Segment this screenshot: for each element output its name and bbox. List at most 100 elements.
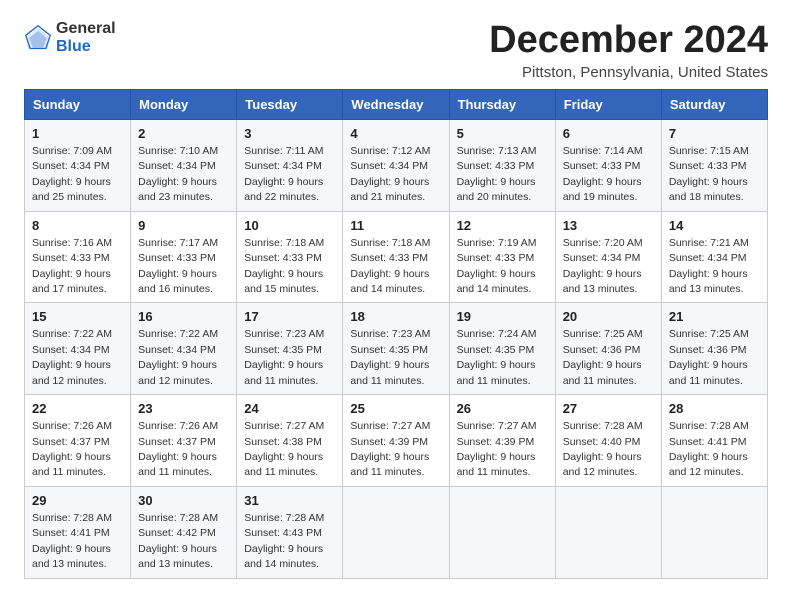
cell-text: Sunrise: 7:18 AMSunset: 4:33 PMDaylight:…	[350, 237, 430, 295]
day-number: 13	[563, 217, 654, 235]
weekday-header-thursday: Thursday	[449, 89, 555, 119]
cell-text: Sunrise: 7:19 AMSunset: 4:33 PMDaylight:…	[457, 237, 537, 295]
day-number: 20	[563, 308, 654, 326]
cell-text: Sunrise: 7:10 AMSunset: 4:34 PMDaylight:…	[138, 145, 218, 203]
day-number: 9	[138, 217, 229, 235]
cell-text: Sunrise: 7:23 AMSunset: 4:35 PMDaylight:…	[244, 328, 324, 386]
calendar-cell: 30 Sunrise: 7:28 AMSunset: 4:42 PMDayligh…	[131, 486, 237, 578]
calendar-cell: 20 Sunrise: 7:25 AMSunset: 4:36 PMDayligh…	[555, 303, 661, 395]
day-number: 5	[457, 125, 548, 143]
cell-text: Sunrise: 7:27 AMSunset: 4:39 PMDaylight:…	[457, 420, 537, 478]
cell-text: Sunrise: 7:09 AMSunset: 4:34 PMDaylight:…	[32, 145, 112, 203]
cell-text: Sunrise: 7:25 AMSunset: 4:36 PMDaylight:…	[563, 328, 643, 386]
calendar-cell: 11 Sunrise: 7:18 AMSunset: 4:33 PMDayligh…	[343, 211, 449, 303]
day-number: 2	[138, 125, 229, 143]
day-number: 24	[244, 400, 335, 418]
cell-text: Sunrise: 7:20 AMSunset: 4:34 PMDaylight:…	[563, 237, 643, 295]
calendar-cell: 5 Sunrise: 7:13 AMSunset: 4:33 PMDaylight…	[449, 119, 555, 211]
cell-text: Sunrise: 7:21 AMSunset: 4:34 PMDaylight:…	[669, 237, 749, 295]
calendar-week-2: 8 Sunrise: 7:16 AMSunset: 4:33 PMDaylight…	[25, 211, 768, 303]
day-number: 27	[563, 400, 654, 418]
weekday-header-saturday: Saturday	[661, 89, 767, 119]
logo-blue: Blue	[56, 38, 116, 56]
cell-text: Sunrise: 7:28 AMSunset: 4:40 PMDaylight:…	[563, 420, 643, 478]
weekday-header-sunday: Sunday	[25, 89, 131, 119]
calendar-cell	[343, 486, 449, 578]
cell-text: Sunrise: 7:12 AMSunset: 4:34 PMDaylight:…	[350, 145, 430, 203]
calendar-cell: 28Sunrise: 7:28 AMSunset: 4:41 PMDayligh…	[661, 395, 767, 487]
calendar-cell: 15 Sunrise: 7:22 AMSunset: 4:34 PMDayligh…	[25, 303, 131, 395]
calendar-cell: 8 Sunrise: 7:16 AMSunset: 4:33 PMDaylight…	[25, 211, 131, 303]
day-number: 30	[138, 492, 229, 510]
day-number: 16	[138, 308, 229, 326]
calendar-cell: 10 Sunrise: 7:18 AMSunset: 4:33 PMDayligh…	[237, 211, 343, 303]
calendar-cell: 1Sunrise: 7:09 AMSunset: 4:34 PMDaylight…	[25, 119, 131, 211]
calendar-cell: 7Sunrise: 7:15 AMSunset: 4:33 PMDaylight…	[661, 119, 767, 211]
cell-text: Sunrise: 7:26 AMSunset: 4:37 PMDaylight:…	[32, 420, 112, 478]
weekday-header-friday: Friday	[555, 89, 661, 119]
day-number: 7	[669, 125, 760, 143]
day-number: 18	[350, 308, 441, 326]
calendar-week-1: 1Sunrise: 7:09 AMSunset: 4:34 PMDaylight…	[25, 119, 768, 211]
calendar-cell: 21 Sunrise: 7:25 AMSunset: 4:36 PMDayligh…	[661, 303, 767, 395]
cell-text: Sunrise: 7:13 AMSunset: 4:33 PMDaylight:…	[457, 145, 537, 203]
page-header: General Blue December 2024 Pittston, Pen…	[24, 20, 768, 81]
calendar-cell: 16 Sunrise: 7:22 AMSunset: 4:34 PMDayligh…	[131, 303, 237, 395]
logo: General Blue	[24, 20, 116, 55]
calendar-cell: 29Sunrise: 7:28 AMSunset: 4:41 PMDayligh…	[25, 486, 131, 578]
month-title: December 2024	[489, 20, 768, 62]
cell-text: Sunrise: 7:18 AMSunset: 4:33 PMDaylight:…	[244, 237, 324, 295]
calendar-cell: 23Sunrise: 7:26 AMSunset: 4:37 PMDayligh…	[131, 395, 237, 487]
calendar-cell: 18 Sunrise: 7:23 AMSunset: 4:35 PMDayligh…	[343, 303, 449, 395]
day-number: 8	[32, 217, 123, 235]
day-number: 14	[669, 217, 760, 235]
day-number: 28	[669, 400, 760, 418]
cell-text: Sunrise: 7:22 AMSunset: 4:34 PMDaylight:…	[138, 328, 218, 386]
calendar-cell: 12 Sunrise: 7:19 AMSunset: 4:33 PMDayligh…	[449, 211, 555, 303]
day-number: 15	[32, 308, 123, 326]
calendar-table: SundayMondayTuesdayWednesdayThursdayFrid…	[24, 89, 768, 579]
day-number: 17	[244, 308, 335, 326]
cell-text: Sunrise: 7:27 AMSunset: 4:39 PMDaylight:…	[350, 420, 430, 478]
day-number: 22	[32, 400, 123, 418]
calendar-cell: 17 Sunrise: 7:23 AMSunset: 4:35 PMDayligh…	[237, 303, 343, 395]
cell-text: Sunrise: 7:11 AMSunset: 4:34 PMDaylight:…	[244, 145, 323, 203]
logo-icon	[24, 24, 52, 52]
cell-text: Sunrise: 7:22 AMSunset: 4:34 PMDaylight:…	[32, 328, 112, 386]
calendar-cell: 26Sunrise: 7:27 AMSunset: 4:39 PMDayligh…	[449, 395, 555, 487]
day-number: 25	[350, 400, 441, 418]
calendar-cell: 25 Sunrise: 7:27 AMSunset: 4:39 PMDayligh…	[343, 395, 449, 487]
location-subtitle: Pittston, Pennsylvania, United States	[489, 64, 768, 81]
day-number: 11	[350, 217, 441, 235]
logo-general: General	[56, 20, 116, 38]
calendar-cell	[449, 486, 555, 578]
day-number: 19	[457, 308, 548, 326]
weekday-header-tuesday: Tuesday	[237, 89, 343, 119]
day-number: 21	[669, 308, 760, 326]
calendar-cell: 19Sunrise: 7:24 AMSunset: 4:35 PMDayligh…	[449, 303, 555, 395]
cell-text: Sunrise: 7:23 AMSunset: 4:35 PMDaylight:…	[350, 328, 430, 386]
day-number: 10	[244, 217, 335, 235]
calendar-cell: 4 Sunrise: 7:12 AMSunset: 4:34 PMDaylight…	[343, 119, 449, 211]
cell-text: Sunrise: 7:16 AMSunset: 4:33 PMDaylight:…	[32, 237, 112, 295]
cell-text: Sunrise: 7:28 AMSunset: 4:43 PMDaylight:…	[244, 512, 324, 570]
cell-text: Sunrise: 7:28 AMSunset: 4:42 PMDaylight:…	[138, 512, 218, 570]
calendar-cell: 27 Sunrise: 7:28 AMSunset: 4:40 PMDayligh…	[555, 395, 661, 487]
calendar-cell	[555, 486, 661, 578]
calendar-cell: 2 Sunrise: 7:10 AMSunset: 4:34 PMDaylight…	[131, 119, 237, 211]
cell-text: Sunrise: 7:17 AMSunset: 4:33 PMDaylight:…	[138, 237, 218, 295]
logo-text: General Blue	[56, 20, 116, 55]
cell-text: Sunrise: 7:28 AMSunset: 4:41 PMDaylight:…	[32, 512, 112, 570]
day-number: 6	[563, 125, 654, 143]
calendar-cell: 6Sunrise: 7:14 AMSunset: 4:33 PMDaylight…	[555, 119, 661, 211]
cell-text: Sunrise: 7:25 AMSunset: 4:36 PMDaylight:…	[669, 328, 749, 386]
day-number: 31	[244, 492, 335, 510]
title-block: December 2024 Pittston, Pennsylvania, Un…	[489, 20, 768, 81]
calendar-cell: 24 Sunrise: 7:27 AMSunset: 4:38 PMDayligh…	[237, 395, 343, 487]
calendar-week-3: 15 Sunrise: 7:22 AMSunset: 4:34 PMDayligh…	[25, 303, 768, 395]
calendar-cell	[661, 486, 767, 578]
day-number: 12	[457, 217, 548, 235]
day-number: 4	[350, 125, 441, 143]
cell-text: Sunrise: 7:27 AMSunset: 4:38 PMDaylight:…	[244, 420, 324, 478]
weekday-header-wednesday: Wednesday	[343, 89, 449, 119]
